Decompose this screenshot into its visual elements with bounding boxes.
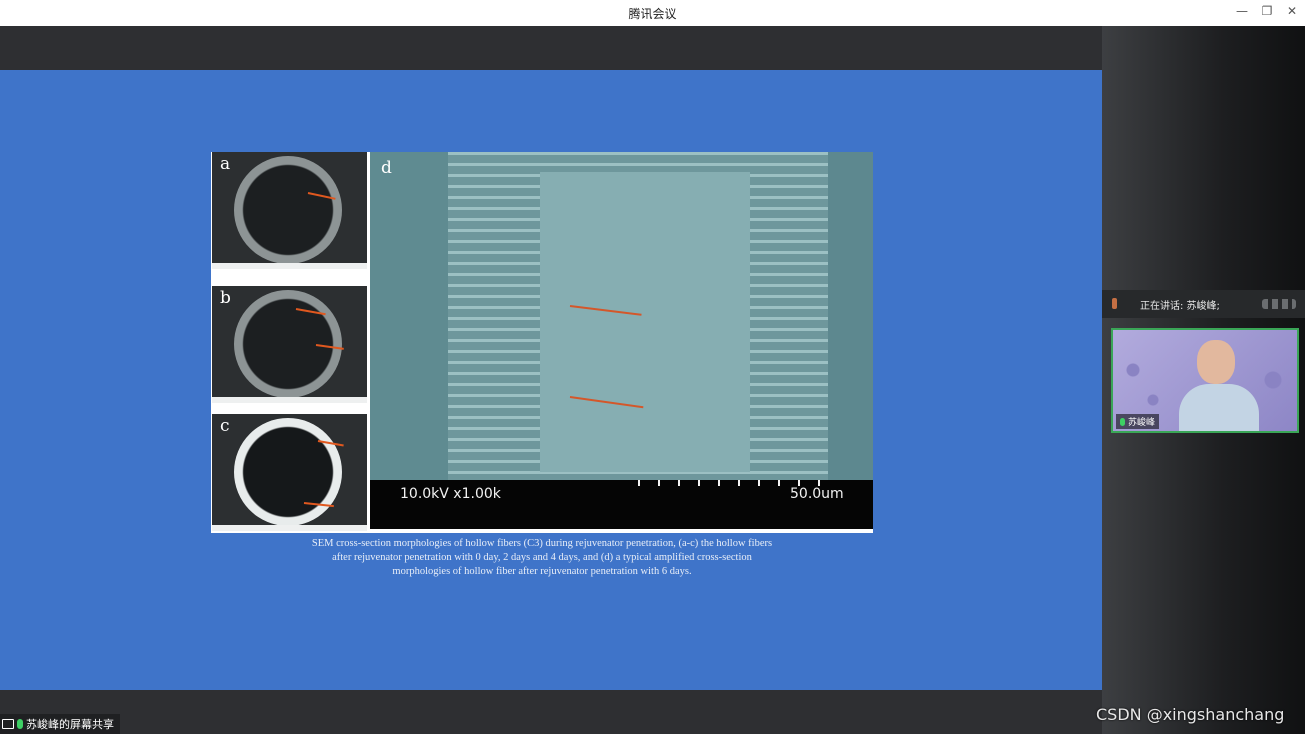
outer-region: [828, 152, 873, 480]
sem-panel-d: d 10.0kV x1.00k 50.0um: [370, 152, 873, 529]
sem-scale-label: 50.0um: [790, 486, 844, 502]
microphone-icon: [1120, 417, 1125, 426]
lumen-region: [370, 152, 448, 480]
scale-strip: [212, 525, 367, 531]
speaking-label: 正在讲话: 苏峻峰;: [1140, 301, 1220, 312]
caption-line: after rejuvenator penetration with 0 day…: [332, 552, 752, 563]
participant-head: [1197, 340, 1235, 384]
caption-line: morphologies of hollow fiber after rejuv…: [392, 566, 692, 577]
panel-label-c: c: [220, 416, 230, 436]
sem-voltage-magnification: 10.0kV x1.00k: [400, 486, 501, 502]
sem-panel-b: b: [212, 286, 367, 403]
shared-screen-area: a b c d 10.0kV x1.00k 50.0um SEM cross-s…: [0, 26, 1102, 734]
sem-info-bar: 10.0kV x1.00k 50.0um: [370, 480, 873, 529]
sem-panel-c: c: [212, 414, 367, 531]
speaking-indicator: 正在讲话: 苏峻峰;: [1102, 290, 1305, 318]
participant-video-tile[interactable]: 苏峻峰: [1111, 328, 1299, 433]
sponge-layer-region: [540, 172, 750, 472]
panel-label-a: a: [220, 154, 231, 174]
scale-strip: [212, 263, 367, 269]
fiber-cross-section-image: [234, 290, 342, 398]
window-title: 腾讯会议: [628, 7, 677, 21]
fiber-cross-section-image: [234, 156, 342, 264]
panel-label-d: d: [381, 158, 392, 178]
presentation-slide: a b c d 10.0kV x1.00k 50.0um SEM cross-s…: [0, 70, 1102, 690]
watermark-text: CSDN @xingshanchang: [1096, 705, 1285, 724]
letterbox-bottom: [0, 690, 1102, 734]
participant-body: [1179, 384, 1259, 431]
screen-share-label: 苏峻峰的屏幕共享: [26, 718, 114, 731]
sem-figure: a b c d 10.0kV x1.00k 50.0um: [211, 152, 873, 533]
figure-caption: SEM cross-section morphologies of hollow…: [211, 537, 873, 579]
participant-panel: 正在讲话: 苏峻峰; 苏峻峰: [1102, 26, 1305, 734]
participant-name: 苏峻峰: [1128, 418, 1156, 428]
screen-share-badge[interactable]: 苏峻峰的屏幕共享: [0, 714, 120, 734]
screen-share-icon: [2, 719, 14, 729]
letterbox-top: [0, 26, 1102, 70]
audio-wave-icon: [1262, 299, 1296, 309]
microphone-icon: [17, 719, 23, 729]
participant-video-feed: [1179, 340, 1259, 431]
close-button[interactable]: ✕: [1284, 4, 1300, 18]
caption-line: SEM cross-section morphologies of hollow…: [311, 538, 773, 549]
sem-panel-a: a: [212, 152, 367, 269]
speaking-microphone-icon: [1112, 298, 1117, 309]
window-titlebar: 腾讯会议 — ❐ ✕: [0, 0, 1305, 27]
minimize-button[interactable]: —: [1234, 4, 1250, 18]
scale-strip: [212, 397, 367, 403]
participant-name-tag: 苏峻峰: [1116, 414, 1160, 429]
fiber-cross-section-image: [234, 418, 342, 526]
panel-label-b: b: [220, 288, 231, 308]
restore-button[interactable]: ❐: [1259, 4, 1275, 18]
